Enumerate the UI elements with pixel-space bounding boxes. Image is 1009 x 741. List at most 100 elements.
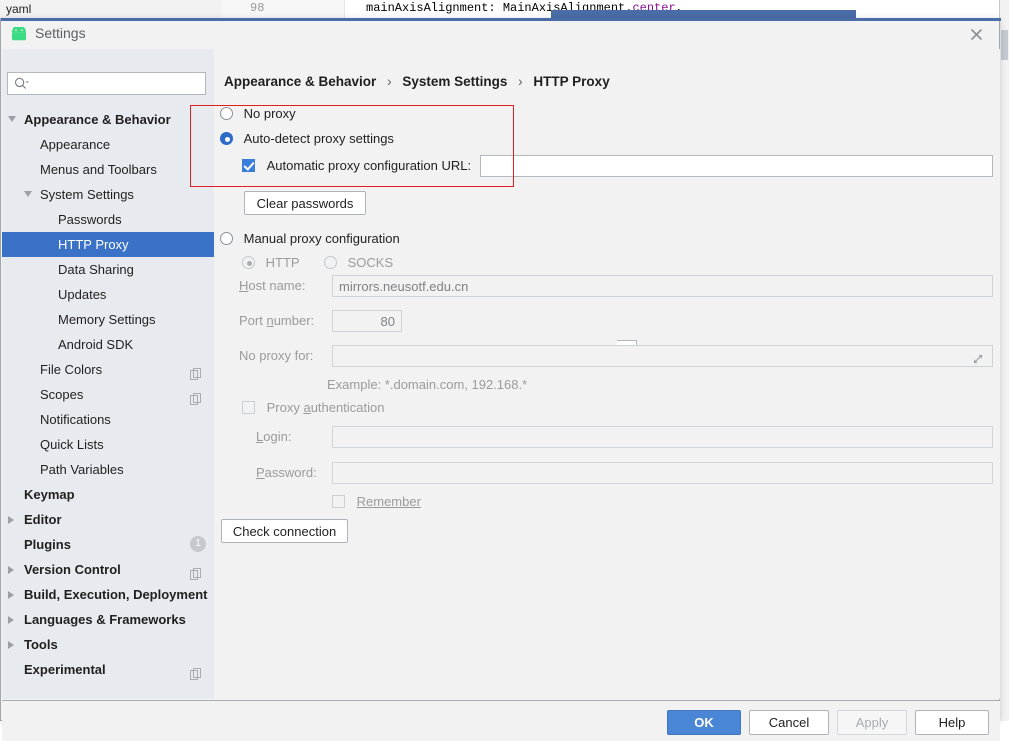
settings-dialog: Settings Appearance & Behavior Appearance… <box>0 18 1001 741</box>
breadcrumb-part-2[interactable]: System Settings <box>402 74 507 89</box>
proxy-authentication-row[interactable]: Proxy authentication <box>242 400 384 415</box>
sidebar-item-memory-settings[interactable]: Memory Settings <box>2 307 214 332</box>
search-box[interactable] <box>7 72 206 95</box>
chevron-right-icon[interactable] <box>8 516 14 524</box>
sidebar-item-updates[interactable]: Updates <box>2 282 214 307</box>
remember-row[interactable]: Remember <box>332 494 421 509</box>
breadcrumb-separator-1: › <box>387 74 392 89</box>
search-icon <box>14 77 29 94</box>
manual-proxy-radio[interactable] <box>220 232 233 245</box>
copy-icon[interactable] <box>190 663 202 688</box>
breadcrumb-part-1[interactable]: Appearance & Behavior <box>224 74 376 89</box>
sidebar-item-label: HTTP Proxy <box>58 237 129 252</box>
http-label: HTTP <box>265 255 300 270</box>
host-name-label: Host name: <box>239 278 305 293</box>
port-number-input[interactable] <box>332 310 402 332</box>
password-label-rest: assword: <box>264 465 317 480</box>
chevron-right-icon[interactable] <box>8 566 14 574</box>
ide-right-strip <box>999 0 1009 721</box>
sidebar-item-menus-and-toolbars[interactable]: Menus and Toolbars <box>2 157 214 182</box>
tab-yaml[interactable]: yaml <box>0 0 37 18</box>
sidebar-item-http-proxy[interactable]: HTTP Proxy <box>2 232 214 257</box>
ide-scrollbar-thumb[interactable] <box>1001 30 1008 60</box>
auto-config-url-input[interactable] <box>480 155 993 177</box>
remember-checkbox[interactable] <box>332 495 345 508</box>
sidebar-item-label: Passwords <box>58 212 122 227</box>
sidebar-item-build-execution-deployment[interactable]: Build, Execution, Deployment <box>2 582 214 607</box>
expand-icon[interactable] <box>972 353 984 368</box>
sidebar-item-label: Plugins <box>24 537 71 552</box>
sidebar-item-label: Tools <box>24 637 58 652</box>
socks-radio[interactable] <box>324 256 337 269</box>
sidebar-item-languages-frameworks[interactable]: Languages & Frameworks <box>2 607 214 632</box>
sidebar-item-label: Data Sharing <box>58 262 134 277</box>
socks-radio-row[interactable]: SOCKS <box>324 255 393 270</box>
editor-tab-row: yaml <box>0 0 222 18</box>
sidebar-item-label: Languages & Frameworks <box>24 612 186 627</box>
http-radio[interactable] <box>242 256 255 269</box>
sidebar-item-appearance[interactable]: Appearance <box>2 132 214 157</box>
help-button[interactable]: Help <box>915 710 989 735</box>
sidebar-item-label: Experimental <box>24 662 106 677</box>
password-label-mnemonic: P <box>256 465 265 480</box>
sidebar-item-plugins[interactable]: Plugins 1 <box>2 532 214 557</box>
sidebar-item-label: Menus and Toolbars <box>40 162 157 177</box>
host-name-input[interactable] <box>332 275 993 297</box>
ok-button[interactable]: OK <box>667 710 741 735</box>
sidebar-item-data-sharing[interactable]: Data Sharing <box>2 257 214 282</box>
breadcrumb-part-3: HTTP Proxy <box>533 74 610 89</box>
sidebar-item-version-control[interactable]: Version Control <box>2 557 214 582</box>
check-connection-button[interactable]: Check connection <box>221 519 348 543</box>
sidebar-item-keymap[interactable]: Keymap <box>2 482 214 507</box>
no-proxy-label: No proxy <box>243 106 296 121</box>
pa-b: uthentication <box>310 400 385 415</box>
chevron-right-icon[interactable] <box>8 616 14 624</box>
sidebar-item-passwords[interactable]: Passwords <box>2 207 214 232</box>
breadcrumb: Appearance & Behavior › System Settings … <box>224 74 610 89</box>
no-proxy-radio-row[interactable]: No proxy <box>220 106 296 121</box>
remember-label: Remember <box>356 494 421 509</box>
auto-detect-radio-row[interactable]: Auto-detect proxy settings <box>220 131 394 146</box>
manual-proxy-radio-row[interactable]: Manual proxy configuration <box>220 231 400 246</box>
sidebar-item-quick-lists[interactable]: Quick Lists <box>2 432 214 457</box>
close-icon[interactable] <box>963 23 989 45</box>
sidebar-item-scopes[interactable]: Scopes <box>2 382 214 407</box>
sidebar-item-system-settings[interactable]: System Settings <box>2 182 214 207</box>
auto-config-checkbox[interactable] <box>242 159 255 172</box>
auto-detect-radio[interactable] <box>220 132 233 145</box>
sidebar-item-label: File Colors <box>40 362 103 377</box>
sidebar-item-appearance-behavior[interactable]: Appearance & Behavior <box>2 107 214 132</box>
chevron-right-icon[interactable] <box>8 591 14 599</box>
sidebar-item-notifications[interactable]: Notifications <box>2 407 214 432</box>
editor-line-number: 98 <box>250 1 265 15</box>
proxy-authentication-checkbox[interactable] <box>242 401 255 414</box>
sidebar-item-android-sdk[interactable]: Android SDK <box>2 332 214 357</box>
sidebar-item-label: Version Control <box>24 562 121 577</box>
copy-icon[interactable] <box>190 388 202 413</box>
manual-proxy-label: Manual proxy configuration <box>243 231 400 246</box>
sidebar-item-file-colors[interactable]: File Colors <box>2 357 214 382</box>
no-proxy-radio[interactable] <box>220 107 233 120</box>
search-input[interactable] <box>34 74 206 95</box>
chevron-down-icon[interactable] <box>24 191 32 197</box>
chevron-right-icon[interactable] <box>8 641 14 649</box>
http-radio-row[interactable]: HTTP <box>242 255 300 270</box>
no-proxy-for-input[interactable] <box>332 345 993 367</box>
sidebar-item-tools[interactable]: Tools <box>2 632 214 657</box>
sidebar-item-experimental[interactable]: Experimental <box>2 657 214 682</box>
sidebar-item-label: Scopes <box>40 387 84 402</box>
copy-icon[interactable] <box>190 363 202 388</box>
pa-a: Proxy <box>266 400 304 415</box>
sidebar-item-label: Path Variables <box>40 462 124 477</box>
password-input[interactable] <box>332 462 993 484</box>
cancel-button[interactable]: Cancel <box>749 710 829 735</box>
sidebar-item-path-variables[interactable]: Path Variables <box>2 457 214 482</box>
dialog-footer: OK Cancel Apply Help <box>2 701 1000 741</box>
clear-passwords-button[interactable]: Clear passwords <box>244 191 366 215</box>
auto-config-checkbox-row[interactable]: Automatic proxy configuration URL: <box>242 158 471 173</box>
login-input[interactable] <box>332 426 993 448</box>
sidebar-item-editor[interactable]: Editor <box>2 507 214 532</box>
host-name-label-mnemonic: H <box>239 278 249 293</box>
chevron-down-icon[interactable] <box>8 116 16 122</box>
plugins-update-badge: 1 <box>190 536 206 552</box>
